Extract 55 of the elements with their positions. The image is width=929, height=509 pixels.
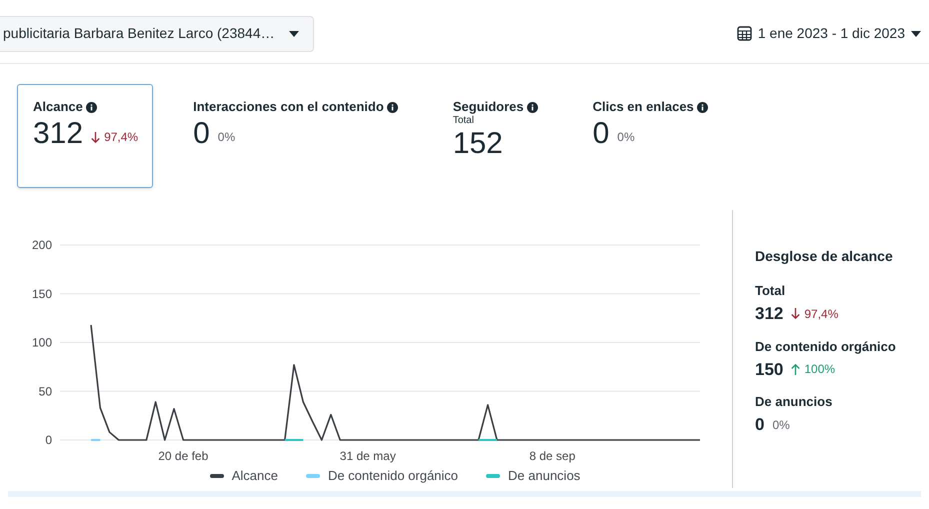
metric-card[interactable]: Clics en enlaces 0 0%	[576, 84, 723, 188]
x-tick-label: 8 de sep	[529, 449, 576, 463]
breakdown-label: De anuncios	[755, 394, 834, 410]
legend-swatch-icon	[486, 474, 500, 478]
metric-change: 97,4%	[91, 128, 138, 146]
breakdown-label: De contenido orgánico	[755, 338, 896, 354]
y-tick-label: 200	[32, 238, 52, 252]
metric-title: Seguidores	[452, 99, 524, 115]
up-arrow-icon	[791, 364, 800, 375]
metric-card[interactable]: Alcance 312 97,4%	[17, 84, 154, 188]
breakdown-change: 100%	[791, 360, 836, 378]
metric-value: 312	[33, 117, 84, 151]
legend-label: De anuncios	[508, 467, 580, 485]
metric-title: Clics en enlaces	[592, 99, 694, 115]
metric-value: 152	[452, 127, 503, 161]
legend-label: Alcance	[232, 467, 278, 485]
date-range-picker[interactable]: 1 ene 2023 - 1 dic 2023	[736, 23, 921, 44]
down-arrow-icon	[91, 132, 100, 142]
x-tick-label: 31 de may	[340, 449, 396, 463]
info-icon	[696, 102, 708, 112]
caret-icon	[911, 30, 921, 36]
account-dropdown[interactable]: publicitaria Barbara Benitez Larco (23844…	[0, 16, 314, 52]
y-tick-label: 100	[32, 336, 52, 350]
legend-label: De contenido orgánico	[328, 467, 458, 485]
metric-value: 0	[592, 117, 610, 151]
breakdown-label: Total	[755, 283, 786, 299]
breakdown-value: 312	[755, 303, 784, 325]
down-arrow-icon	[791, 308, 800, 320]
y-tick-label: 150	[32, 286, 52, 301]
info-icon	[526, 102, 538, 112]
breakdown-value: 0	[755, 414, 764, 436]
breakdown-value: 150	[755, 358, 784, 380]
breakdown-change: 97,4%	[791, 304, 838, 323]
account-name: publicitaria Barbara Benitez Larco (23844…	[3, 24, 275, 43]
x-tick-label: 20 de feb	[158, 449, 208, 463]
organic-line	[91, 439, 100, 441]
metric-title: Alcance	[33, 99, 83, 115]
legend-swatch-icon	[306, 474, 320, 478]
metric-value: 0	[193, 117, 210, 151]
info-icon	[386, 102, 398, 112]
date-range-text: 1 ene 2023 - 1 dic 2023	[758, 24, 905, 43]
legend-swatch-icon	[210, 474, 224, 478]
metric-title: Interacciones con el contenido	[193, 99, 384, 115]
metric-card[interactable]: Interacciones con el contenido 0 0%	[177, 84, 413, 188]
calendar-icon	[736, 26, 752, 41]
y-tick-label: 0	[45, 433, 52, 447]
breakdown-title: Desglose de alcance	[755, 247, 894, 266]
caret-icon	[288, 30, 299, 36]
metric-change: 0%	[617, 129, 635, 146]
metric-change: 0%	[218, 129, 236, 146]
info-icon	[86, 102, 97, 112]
y-tick-label: 50	[38, 384, 52, 398]
breakdown-change: 0%	[772, 416, 790, 434]
metric-subtitle: Total	[452, 115, 475, 127]
metric-card[interactable]: Seguidores Total 152	[436, 84, 553, 188]
